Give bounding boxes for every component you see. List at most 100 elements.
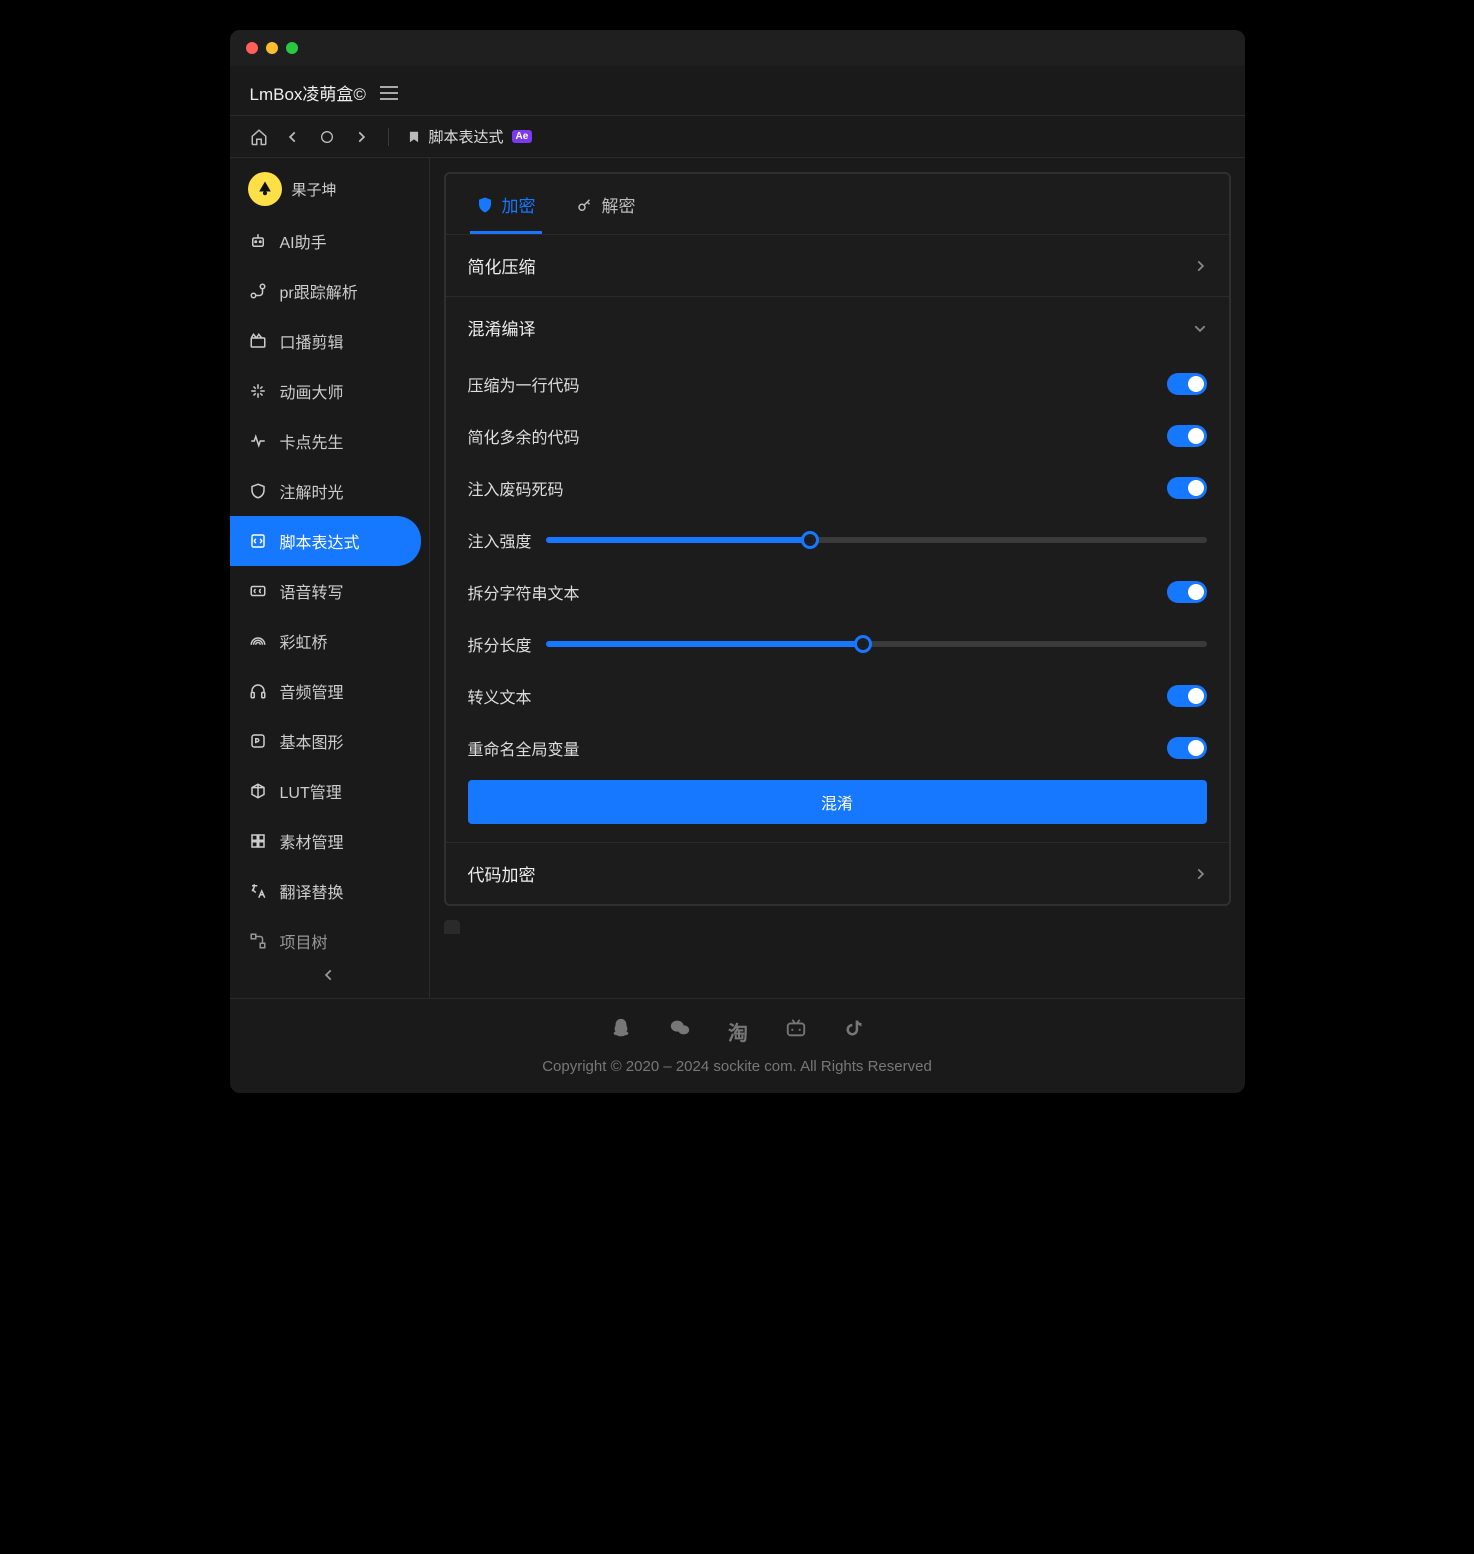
sidebar-item-translate[interactable]: 翻译替换 <box>230 866 421 916</box>
switch-inject-dead-code[interactable] <box>1167 477 1207 499</box>
section-title: 简化压缩 <box>468 253 536 278</box>
row-inject-strength: 注入强度 <box>458 514 1217 566</box>
switch-escape-text[interactable] <box>1167 685 1207 707</box>
headphones-icon <box>248 682 268 700</box>
key-icon <box>576 196 594 214</box>
sidebar-item-pr-track[interactable]: pr跟踪解析 <box>230 266 421 316</box>
pr-icon <box>248 732 268 750</box>
chevron-down-icon <box>1193 321 1207 335</box>
heartbeat-icon <box>248 432 268 450</box>
wechat-icon[interactable] <box>668 1017 692 1046</box>
sidebar-item-annotate[interactable]: 注解时光 <box>230 466 421 516</box>
header: LmBox凌萌盒© <box>230 66 1245 116</box>
section-head-obfuscate[interactable]: 混淆编译 <box>446 297 1229 358</box>
slider-split-length[interactable] <box>546 641 1207 647</box>
obfuscate-button[interactable]: 混淆 <box>468 780 1207 824</box>
sidebar-item-label: 翻译替换 <box>280 879 344 903</box>
tab-encrypt[interactable]: 加密 <box>470 174 542 234</box>
row-escape-text: 转义文本 <box>458 670 1217 722</box>
clapper-icon <box>248 332 268 350</box>
row-label: 重命名全局变量 <box>468 736 580 760</box>
main: 加密 解密 简化压缩 混淆编译 <box>430 158 1245 998</box>
forward-icon[interactable] <box>352 128 370 146</box>
taobao-icon[interactable]: 淘 <box>728 1017 748 1046</box>
sidebar-item-label: 注解时光 <box>280 479 344 503</box>
sidebar-item-beat[interactable]: 卡点先生 <box>230 416 421 466</box>
sidebar-list: AI助手 pr跟踪解析 口播剪辑 动画大师 卡点先生 注解时光 脚本表达式 语音… <box>230 216 429 952</box>
switch-simplify-redundant[interactable] <box>1167 425 1207 447</box>
row-rename-globals: 重命名全局变量 <box>458 722 1217 774</box>
section-body-obfuscate: 压缩为一行代码 简化多余的代码 注入废码死码 <box>446 358 1229 842</box>
grid-icon <box>248 832 268 850</box>
sidebar-item-lut[interactable]: LUT管理 <box>230 766 421 816</box>
sidebar-collapse-button[interactable] <box>230 952 429 998</box>
navbar: 脚本表达式 Ae <box>230 116 1245 158</box>
sidebar-item-assets[interactable]: 素材管理 <box>230 816 421 866</box>
row-label: 拆分字符串文本 <box>468 580 580 604</box>
row-label: 拆分长度 <box>468 632 532 656</box>
sidebar-item-clip[interactable]: 口播剪辑 <box>230 316 421 366</box>
sidebar-item-label: 音频管理 <box>280 679 344 703</box>
section-head-simplify[interactable]: 简化压缩 <box>446 235 1229 296</box>
switch-compress-one-line[interactable] <box>1167 373 1207 395</box>
sparkle-icon <box>248 382 268 400</box>
body: 果子坤 AI助手 pr跟踪解析 口播剪辑 动画大师 卡点先生 注解时光 脚本表达… <box>230 158 1245 998</box>
menu-icon[interactable] <box>380 86 398 100</box>
douyin-icon[interactable] <box>844 1017 864 1046</box>
section-obfuscate: 混淆编译 压缩为一行代码 简化多余的代码 注入废码死码 <box>446 297 1229 843</box>
titlebar <box>230 30 1245 66</box>
tree-icon <box>248 932 268 950</box>
ae-badge: Ae <box>512 130 533 143</box>
bilibili-icon[interactable] <box>784 1017 808 1046</box>
sidebar-item-script[interactable]: 脚本表达式 <box>230 516 421 566</box>
minimize-window-button[interactable] <box>266 42 278 54</box>
row-compress-one-line: 压缩为一行代码 <box>458 358 1217 410</box>
robot-icon <box>248 232 268 250</box>
rainbow-icon <box>248 632 268 650</box>
back-icon[interactable] <box>284 128 302 146</box>
truncated-chip <box>444 920 460 934</box>
sidebar-item-label: 项目树 <box>280 929 328 952</box>
row-label: 压缩为一行代码 <box>468 372 580 396</box>
sidebar-item-mogrt[interactable]: 基本图形 <box>230 716 421 766</box>
section-encrypt: 代码加密 <box>446 843 1229 904</box>
sidebar-item-label: 彩虹桥 <box>280 629 328 653</box>
section-head-encrypt[interactable]: 代码加密 <box>446 843 1229 904</box>
sidebar-item-rainbow[interactable]: 彩虹桥 <box>230 616 421 666</box>
tab-label: 加密 <box>502 192 536 217</box>
sidebar-item-audio[interactable]: 音频管理 <box>230 666 421 716</box>
section-title: 代码加密 <box>468 861 536 886</box>
shield-lock-icon <box>476 196 494 214</box>
sidebar-item-label: 脚本表达式 <box>280 529 360 553</box>
sidebar-item-speech[interactable]: 语音转写 <box>230 566 421 616</box>
row-inject-dead-code: 注入废码死码 <box>458 462 1217 514</box>
sidebar-item-anim[interactable]: 动画大师 <box>230 366 421 416</box>
copyright: Copyright © 2020 – 2024 sockite com. All… <box>542 1058 932 1075</box>
sidebar-item-tree[interactable]: 项目树 <box>230 916 421 952</box>
route-icon <box>248 282 268 300</box>
slider-inject-strength[interactable] <box>546 537 1207 543</box>
tab-label: 解密 <box>602 192 636 217</box>
app-title: LmBox凌萌盒© <box>250 80 366 105</box>
bookmark-icon <box>407 129 421 145</box>
row-label: 注入强度 <box>468 528 532 552</box>
row-simplify-redundant: 简化多余的代码 <box>458 410 1217 462</box>
sidebar: 果子坤 AI助手 pr跟踪解析 口播剪辑 动画大师 卡点先生 注解时光 脚本表达… <box>230 158 430 998</box>
home-icon[interactable] <box>250 128 268 146</box>
qq-icon[interactable] <box>610 1017 632 1046</box>
switch-rename-globals[interactable] <box>1167 737 1207 759</box>
cube-icon <box>248 782 268 800</box>
row-label: 转义文本 <box>468 684 532 708</box>
sidebar-item-label: 卡点先生 <box>280 429 344 453</box>
sidebar-item-label: 素材管理 <box>280 829 344 853</box>
row-label: 注入废码死码 <box>468 476 564 500</box>
switch-split-strings[interactable] <box>1167 581 1207 603</box>
tabs: 加密 解密 <box>446 174 1229 235</box>
chevron-right-icon <box>1193 259 1207 273</box>
maximize-window-button[interactable] <box>286 42 298 54</box>
close-window-button[interactable] <box>246 42 258 54</box>
circle-icon[interactable] <box>318 128 336 146</box>
sidebar-item-ai[interactable]: AI助手 <box>230 216 421 266</box>
tab-decrypt[interactable]: 解密 <box>570 174 642 234</box>
user-row[interactable]: 果子坤 <box>230 158 429 216</box>
